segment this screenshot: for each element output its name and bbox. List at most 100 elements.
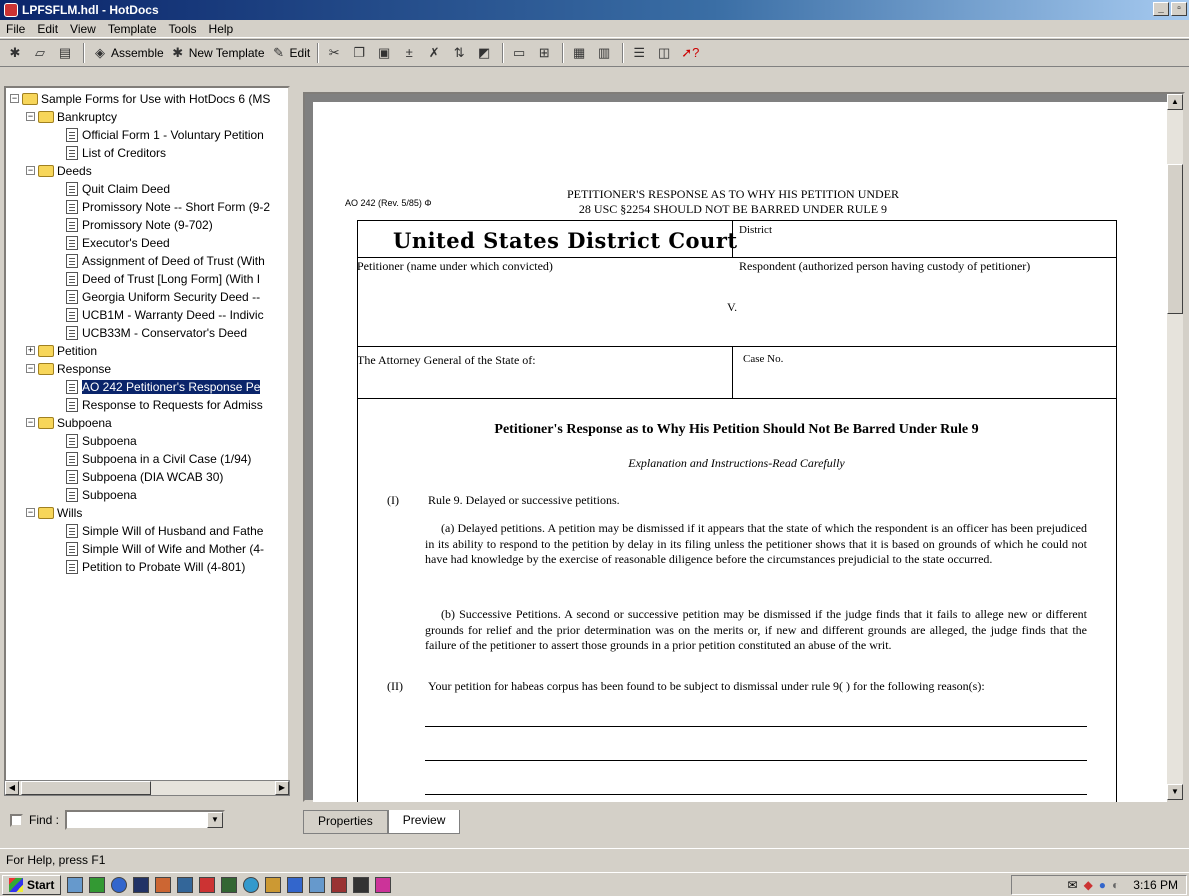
- menu-file[interactable]: File: [6, 22, 25, 36]
- folder-subpoena[interactable]: − Subpoena: [26, 414, 112, 431]
- taskbar-app-icon-13[interactable]: [331, 876, 348, 893]
- tree-item-assignment-deed[interactable]: Assignment of Deed of Trust (With: [66, 252, 265, 269]
- folder-wills[interactable]: − Wills: [26, 504, 82, 521]
- clock: 3:16 PM: [1133, 878, 1178, 892]
- word-icon[interactable]: [133, 876, 150, 893]
- tree-item-will-husband[interactable]: Simple Will of Husband and Fathe: [66, 522, 263, 539]
- scroll-left-arrow-icon[interactable]: ◀: [5, 781, 19, 795]
- tray-icon-4[interactable]: ◐: [1112, 878, 1119, 892]
- tree-item-ucb1m[interactable]: UCB1M - Warranty Deed -- Indivic: [66, 306, 264, 323]
- taskbar-app-icon-10[interactable]: [265, 876, 282, 893]
- scroll-thumb[interactable]: [1167, 164, 1183, 314]
- tab-preview[interactable]: Preview: [387, 810, 461, 834]
- tree-item-response-admissions[interactable]: Response to Requests for Admiss: [66, 396, 263, 413]
- paste-button[interactable]: ▣: [373, 42, 398, 64]
- copy-button[interactable]: ❐: [348, 42, 373, 64]
- tree-item-official-form-1[interactable]: Official Form 1 - Voluntary Petition: [66, 126, 264, 143]
- tree-item-ao242-selected[interactable]: AO 242 Petitioner's Response Pe: [66, 378, 261, 395]
- sort-button[interactable]: ⇅: [448, 42, 473, 64]
- folder-petition[interactable]: + Petition: [26, 342, 97, 359]
- template-icon: [66, 253, 78, 268]
- tree-item-subpoena-2[interactable]: Subpoena: [66, 486, 137, 503]
- form-header-line1: PETITIONER'S RESPONSE AS TO WHY HIS PETI…: [566, 187, 900, 201]
- restore-button[interactable]: ▫: [1171, 2, 1187, 16]
- new-library-button[interactable]: ✱: [4, 42, 29, 64]
- tool-button-5[interactable]: ☰: [628, 42, 653, 64]
- tree-item-probate-will[interactable]: Petition to Probate Will (4-801): [66, 558, 245, 575]
- tree-root[interactable]: − Sample Forms for Use with HotDocs 6 (MS: [10, 90, 270, 107]
- tool-button-3[interactable]: ▦: [568, 42, 593, 64]
- find-checkbox[interactable]: [10, 813, 23, 827]
- tree-item-subpoena-civil[interactable]: Subpoena in a Civil Case (1/94): [66, 450, 251, 467]
- versus-label: V.: [727, 300, 738, 314]
- menu-tools[interactable]: Tools: [169, 22, 197, 36]
- tab-properties[interactable]: Properties: [303, 810, 388, 834]
- taskbar-app-icon-14[interactable]: [353, 876, 370, 893]
- folder-deeds[interactable]: − Deeds: [26, 162, 92, 179]
- tree-item-subpoena-dia[interactable]: Subpoena (DIA WCAB 30): [66, 468, 223, 485]
- taskbar-app-icon-1[interactable]: [67, 876, 84, 893]
- cut-button[interactable]: ✂: [323, 42, 348, 64]
- scroll-thumb[interactable]: [21, 781, 151, 795]
- chevron-down-icon[interactable]: ▼: [207, 812, 224, 828]
- tree-item-deed-of-trust[interactable]: Deed of Trust [Long Form] (With I: [66, 270, 260, 287]
- tree-item-promissory-note[interactable]: Promissory Note (9-702): [66, 216, 213, 233]
- tree-item-georgia-deed[interactable]: Georgia Uniform Security Deed --: [66, 288, 260, 305]
- tree-horizontal-scrollbar[interactable]: ◀ ▶: [4, 780, 290, 796]
- help-button[interactable]: ➚?: [678, 42, 703, 64]
- tool-button-1[interactable]: ▭: [508, 42, 533, 64]
- scroll-up-arrow-icon[interactable]: ▲: [1167, 94, 1183, 110]
- scroll-right-arrow-icon[interactable]: ▶: [275, 781, 289, 795]
- tool-button-4[interactable]: ▥: [593, 42, 618, 64]
- edit-button[interactable]: ✎ Edit: [268, 42, 314, 64]
- taskbar-app-icon-5[interactable]: [155, 876, 172, 893]
- taskbar-app-icon-9[interactable]: [243, 876, 260, 893]
- open-button[interactable]: ▱: [29, 42, 54, 64]
- find-input[interactable]: ▼: [65, 810, 226, 830]
- mail-icon[interactable]: ✉: [1068, 878, 1078, 892]
- taskbar-app-icon-11[interactable]: [287, 876, 304, 893]
- menu-view[interactable]: View: [70, 22, 96, 36]
- folder-icon: [38, 110, 54, 123]
- start-button[interactable]: Start: [2, 874, 62, 895]
- template-icon: [66, 469, 78, 484]
- tree-item-ucb33m[interactable]: UCB33M - Conservator's Deed: [66, 324, 247, 341]
- taskbar-app-icon-7[interactable]: [199, 876, 216, 893]
- properties-button[interactable]: ◩: [473, 42, 498, 64]
- menu-help[interactable]: Help: [209, 22, 234, 36]
- tool-button-2[interactable]: ⊞: [533, 42, 558, 64]
- assemble-button[interactable]: ◈ Assemble: [89, 42, 167, 64]
- tree-item-subpoena-1[interactable]: Subpoena: [66, 432, 137, 449]
- tree-item-quit-claim-deed[interactable]: Quit Claim Deed: [66, 180, 170, 197]
- tree-item-list-of-creditors[interactable]: List of Creditors: [66, 144, 166, 161]
- court-name: United States District Court: [393, 228, 738, 253]
- add-item-button[interactable]: ±: [398, 42, 423, 64]
- tree-item-will-wife[interactable]: Simple Will of Wife and Mother (4-: [66, 540, 264, 557]
- tree-item-executors-deed[interactable]: Executor's Deed: [66, 234, 170, 251]
- taskbar-app-icon-2[interactable]: [89, 876, 106, 893]
- menu-edit[interactable]: Edit: [37, 22, 58, 36]
- preview-vertical-scrollbar[interactable]: ▲ ▼: [1167, 94, 1183, 800]
- view-tabs: Properties Preview: [303, 810, 461, 834]
- tree-item-promissory-short[interactable]: Promissory Note -- Short Form (9-2: [66, 198, 270, 215]
- tool-button-6[interactable]: ◫: [653, 42, 678, 64]
- print-button[interactable]: ▤: [54, 42, 79, 64]
- paste-icon: ▣: [378, 45, 391, 60]
- library-tree: − Sample Forms for Use with HotDocs 6 (MS…: [4, 86, 290, 796]
- folder-bankruptcy[interactable]: − Bankruptcy: [26, 108, 117, 125]
- internet-explorer-icon[interactable]: [111, 876, 128, 893]
- taskbar-app-icon-12[interactable]: [309, 876, 326, 893]
- new-template-button[interactable]: ✱ New Template: [167, 42, 268, 64]
- template-icon: [66, 235, 78, 250]
- taskbar-app-icon-6[interactable]: [177, 876, 194, 893]
- menu-template[interactable]: Template: [108, 22, 157, 36]
- minimize-button[interactable]: _: [1153, 2, 1169, 16]
- folder-response[interactable]: − Response: [26, 360, 111, 377]
- reason-line-1: [425, 726, 1087, 727]
- tray-icon-3[interactable]: ●: [1099, 878, 1106, 892]
- excel-icon[interactable]: [221, 876, 238, 893]
- tray-icon-2[interactable]: ◆: [1084, 878, 1093, 892]
- delete-button[interactable]: ✗: [423, 42, 448, 64]
- scroll-down-arrow-icon[interactable]: ▼: [1167, 784, 1183, 800]
- taskbar-app-icon-15[interactable]: [375, 876, 392, 893]
